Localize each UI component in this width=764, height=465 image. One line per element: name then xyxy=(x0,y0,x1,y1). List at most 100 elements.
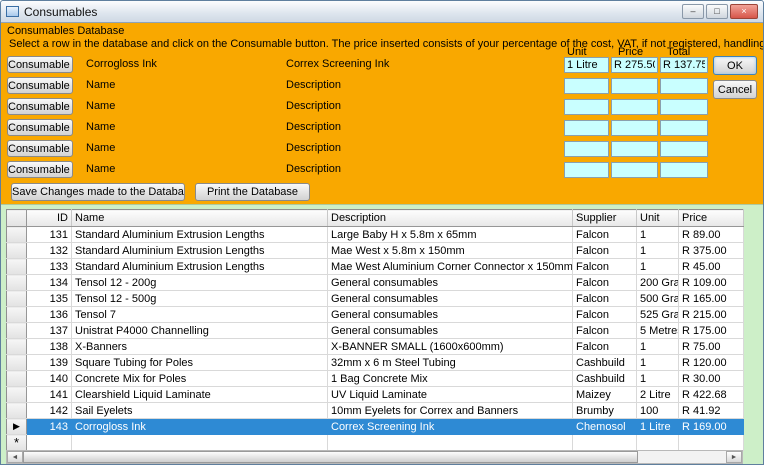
table-row[interactable]: ▶143Corrogloss InkCorrex Screening InkCh… xyxy=(7,419,744,435)
cell-description[interactable]: 32mm x 6 m Steel Tubing xyxy=(328,355,573,371)
consumable-6-button[interactable]: Consumable 6 xyxy=(7,161,73,178)
cell-description[interactable]: Mae West Aluminium Corner Connector x 15… xyxy=(328,259,573,275)
scroll-left-button[interactable]: ◄ xyxy=(7,451,23,463)
cell-unit[interactable]: 100 xyxy=(637,403,679,419)
cell-name[interactable]: Tensol 12 - 500g xyxy=(72,291,328,307)
column-header-id[interactable]: ID xyxy=(27,210,72,227)
table-row[interactable]: 135Tensol 12 - 500gGeneral consumablesFa… xyxy=(7,291,744,307)
cell-id[interactable]: 135 xyxy=(27,291,72,307)
unit-field[interactable] xyxy=(564,120,609,136)
cell-empty[interactable] xyxy=(72,435,328,451)
cell-name[interactable]: Clearshield Liquid Laminate xyxy=(72,387,328,403)
cell-description[interactable]: X-BANNER SMALL (1600x600mm) xyxy=(328,339,573,355)
cell-unit[interactable]: 1 xyxy=(637,339,679,355)
cell-name[interactable]: Standard Aluminium Extrusion Lengths xyxy=(72,227,328,243)
cell-unit[interactable]: 2 Litre xyxy=(637,387,679,403)
price-field[interactable] xyxy=(611,57,658,73)
price-field[interactable] xyxy=(611,162,658,178)
cell-price[interactable]: R 89.00 xyxy=(679,227,744,243)
consumable-5-button[interactable]: Consumable 5 xyxy=(7,140,73,157)
cell-name[interactable]: Standard Aluminium Extrusion Lengths xyxy=(72,259,328,275)
price-field[interactable] xyxy=(611,120,658,136)
new-row[interactable]: * xyxy=(7,435,744,451)
cell-unit[interactable]: 1 xyxy=(637,355,679,371)
cell-name[interactable]: Tensol 7 xyxy=(72,307,328,323)
row-selector[interactable] xyxy=(7,243,27,259)
cell-empty[interactable] xyxy=(573,435,637,451)
title-bar[interactable]: Consumables – □ × xyxy=(1,1,763,23)
cell-supplier[interactable]: Chemosol xyxy=(573,419,637,435)
cell-description[interactable]: Large Baby H x 5.8m x 65mm xyxy=(328,227,573,243)
maximize-button[interactable]: □ xyxy=(706,4,728,19)
cell-id[interactable]: 132 xyxy=(27,243,72,259)
cell-price[interactable]: R 45.00 xyxy=(679,259,744,275)
cell-description[interactable]: General consumables xyxy=(328,275,573,291)
total-field[interactable] xyxy=(660,78,708,94)
table-row[interactable]: 139Square Tubing for Poles32mm x 6 m Ste… xyxy=(7,355,744,371)
cell-name[interactable]: Sail Eyelets xyxy=(72,403,328,419)
row-selector[interactable] xyxy=(7,275,27,291)
table-row[interactable]: 138X-BannersX-BANNER SMALL (1600x600mm)F… xyxy=(7,339,744,355)
cell-supplier[interactable]: Falcon xyxy=(573,227,637,243)
cell-id[interactable]: 138 xyxy=(27,339,72,355)
unit-field[interactable] xyxy=(564,57,609,73)
cell-price[interactable]: R 75.00 xyxy=(679,339,744,355)
cell-supplier[interactable]: Brumby xyxy=(573,403,637,419)
save-database-button[interactable]: Save Changes made to the Database xyxy=(11,183,185,201)
row-selector[interactable] xyxy=(7,323,27,339)
row-selector[interactable] xyxy=(7,307,27,323)
row-selector[interactable] xyxy=(7,387,27,403)
cell-empty[interactable] xyxy=(679,435,744,451)
table-row[interactable]: 131Standard Aluminium Extrusion LengthsL… xyxy=(7,227,744,243)
cell-price[interactable]: R 41.92 xyxy=(679,403,744,419)
row-selector[interactable] xyxy=(7,259,27,275)
cell-supplier[interactable]: Falcon xyxy=(573,307,637,323)
cell-description[interactable]: Mae West x 5.8m x 150mm xyxy=(328,243,573,259)
cell-price[interactable]: R 175.00 xyxy=(679,323,744,339)
cell-id[interactable]: 131 xyxy=(27,227,72,243)
column-header-description[interactable]: Description xyxy=(328,210,573,227)
cell-supplier[interactable]: Falcon xyxy=(573,275,637,291)
table-row[interactable]: 132Standard Aluminium Extrusion LengthsM… xyxy=(7,243,744,259)
unit-field[interactable] xyxy=(564,141,609,157)
cell-empty[interactable] xyxy=(637,435,679,451)
cell-id[interactable]: 142 xyxy=(27,403,72,419)
new-row-selector[interactable]: * xyxy=(7,435,27,451)
cell-description[interactable]: General consumables xyxy=(328,323,573,339)
cell-unit[interactable]: 200 Gram xyxy=(637,275,679,291)
price-field[interactable] xyxy=(611,99,658,115)
cell-name[interactable]: Tensol 12 - 200g xyxy=(72,275,328,291)
cell-empty[interactable] xyxy=(328,435,573,451)
table-row[interactable]: 140Concrete Mix for Poles1 Bag Concrete … xyxy=(7,371,744,387)
cell-id[interactable]: 141 xyxy=(27,387,72,403)
cell-price[interactable]: R 375.00 xyxy=(679,243,744,259)
cell-unit[interactable]: 1 Litre xyxy=(637,419,679,435)
ok-button[interactable]: OK xyxy=(713,56,757,75)
cell-supplier[interactable]: Cashbuild xyxy=(573,355,637,371)
cell-id[interactable]: 143 xyxy=(27,419,72,435)
cell-description[interactable]: Correx Screening Ink xyxy=(328,419,573,435)
print-database-button[interactable]: Print the Database xyxy=(195,183,310,201)
consumable-2-button[interactable]: Consumable 2 xyxy=(7,77,73,94)
row-selector[interactable] xyxy=(7,403,27,419)
row-selector[interactable] xyxy=(7,227,27,243)
cell-supplier[interactable]: Cashbuild xyxy=(573,371,637,387)
total-field[interactable] xyxy=(660,162,708,178)
cell-unit[interactable]: 5 Metres xyxy=(637,323,679,339)
column-header-supplier[interactable]: Supplier xyxy=(573,210,637,227)
total-field[interactable] xyxy=(660,120,708,136)
cell-description[interactable]: General consumables xyxy=(328,291,573,307)
table-row[interactable]: 141Clearshield Liquid LaminateUV Liquid … xyxy=(7,387,744,403)
cell-description[interactable]: 1 Bag Concrete Mix xyxy=(328,371,573,387)
cell-supplier[interactable]: Falcon xyxy=(573,339,637,355)
table-row[interactable]: 136Tensol 7General consumablesFalcon525 … xyxy=(7,307,744,323)
cell-price[interactable]: R 30.00 xyxy=(679,371,744,387)
row-selector[interactable] xyxy=(7,291,27,307)
horizontal-scrollbar[interactable]: ◄ ► xyxy=(6,450,743,464)
cancel-button[interactable]: Cancel xyxy=(713,80,757,99)
close-button[interactable]: × xyxy=(730,4,758,19)
row-selector[interactable] xyxy=(7,339,27,355)
cell-unit[interactable]: 1 xyxy=(637,227,679,243)
cell-id[interactable]: 140 xyxy=(27,371,72,387)
scroll-right-button[interactable]: ► xyxy=(726,451,742,463)
